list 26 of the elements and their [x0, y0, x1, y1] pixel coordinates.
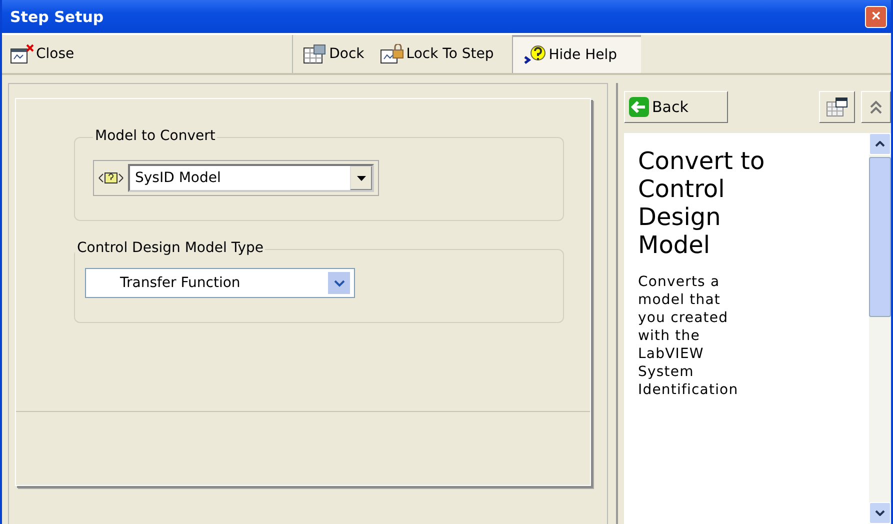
chevron-down-icon [334, 280, 344, 286]
model-type-dropdown[interactable]: Transfer Function [85, 268, 355, 298]
collapse-button[interactable] [861, 91, 891, 123]
window-close-icon [10, 44, 34, 64]
help-icon [522, 45, 547, 65]
back-button[interactable]: Back [624, 91, 728, 123]
scrollbar[interactable] [869, 133, 891, 524]
window-layout-button[interactable] [819, 91, 855, 123]
lock-tool[interactable]: Lock To Step [372, 35, 502, 73]
scroll-up-icon [875, 141, 885, 147]
close-button[interactable]: × [865, 6, 887, 28]
model-dropdown[interactable]: SysID Model [128, 164, 374, 192]
close-tool[interactable]: Close [2, 35, 82, 73]
window-layout-icon [826, 97, 848, 117]
lock-icon [380, 44, 404, 64]
dropdown-arrow-icon [356, 176, 366, 180]
help-tool[interactable]: Hide Help [512, 35, 642, 73]
scroll-down-icon [875, 510, 885, 516]
help-text: Converts a model that you created with the LabVIEW System Identification [638, 273, 740, 399]
dock-tool[interactable]: Dock [295, 35, 372, 73]
dock-icon [303, 44, 328, 64]
ring-terminal-icon [98, 171, 124, 185]
window-title: Step Setup [10, 8, 104, 26]
group-label: Control Design Model Type [75, 240, 266, 256]
double-chevron-up-icon [869, 99, 883, 115]
help-heading: Convert to Control Design Model [638, 147, 766, 259]
